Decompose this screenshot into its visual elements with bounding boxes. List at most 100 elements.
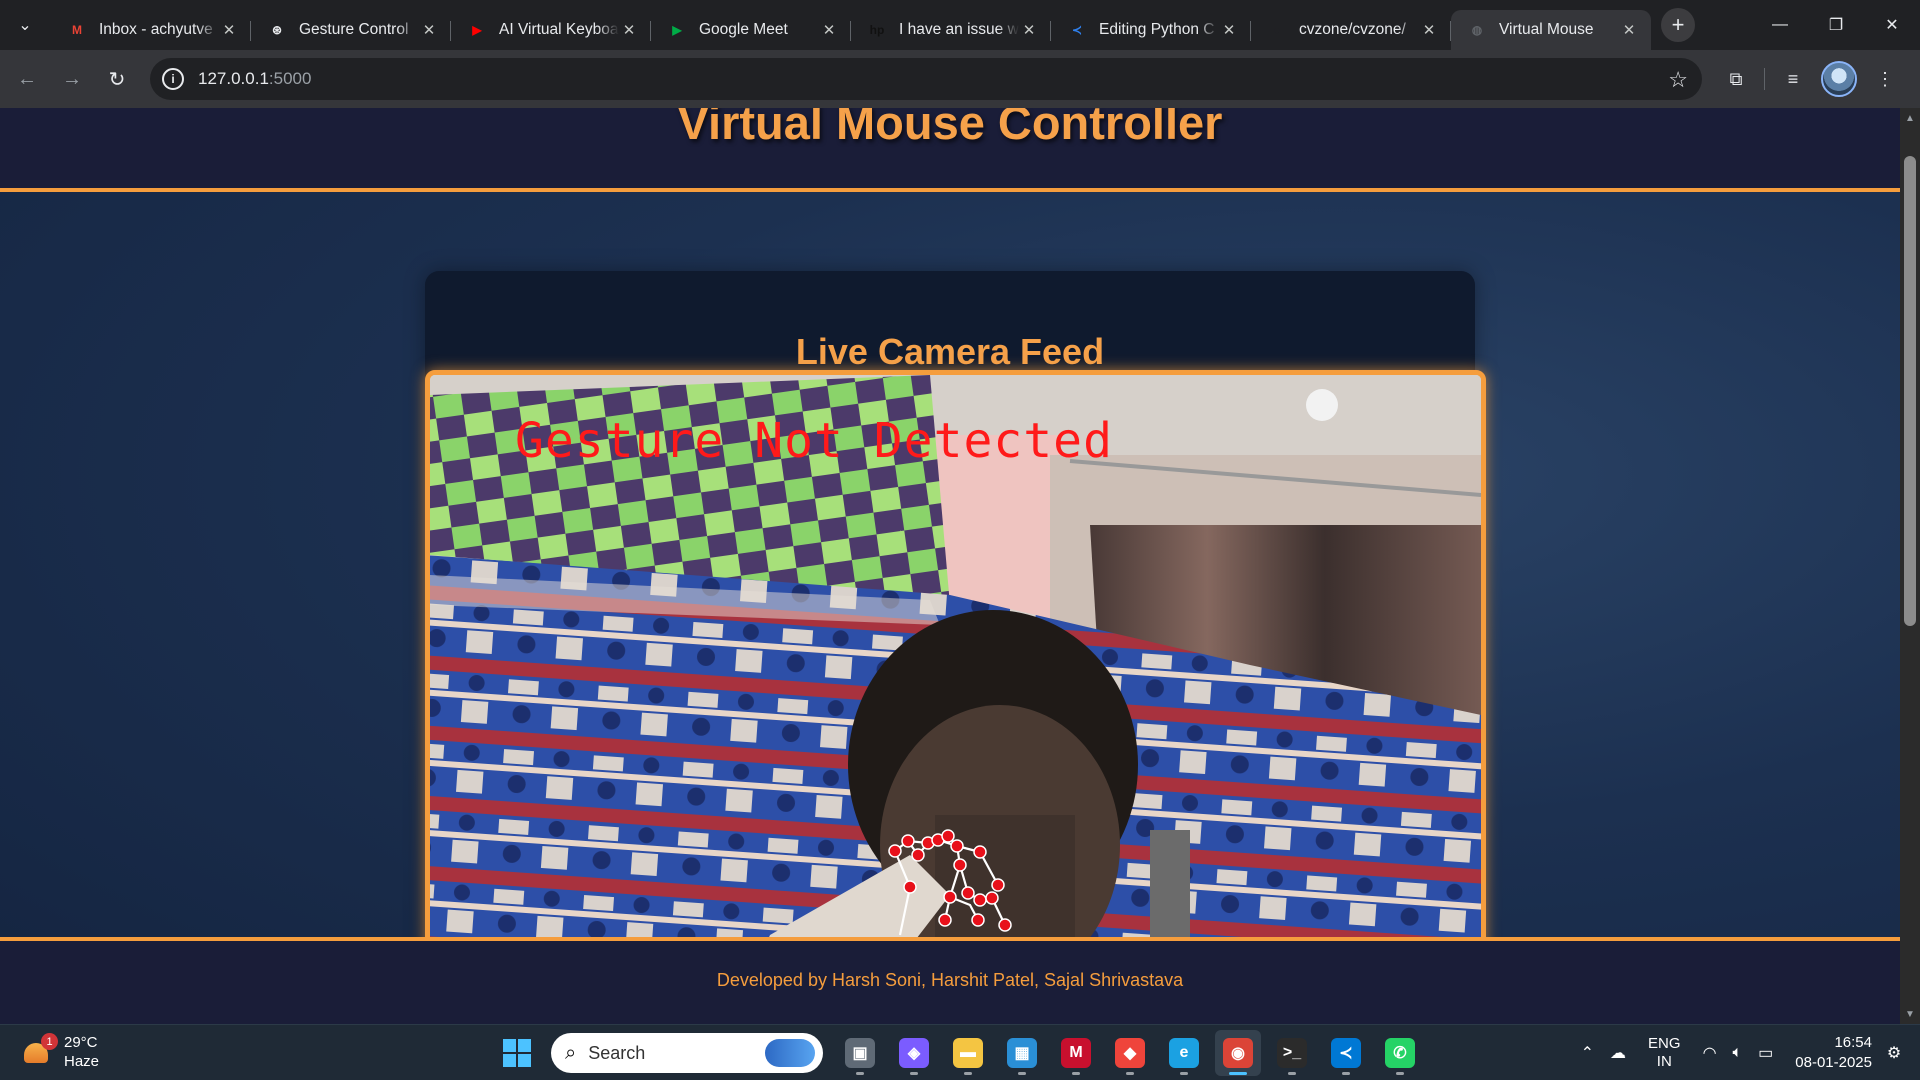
browser-tab[interactable]: ≺ Editing Python C ✕ xyxy=(1051,10,1251,50)
browser-tab[interactable]: ◍ Virtual Mouse ✕ xyxy=(1451,10,1651,50)
google-meet-icon: ▶ xyxy=(672,23,682,37)
restore-button[interactable]: ❐ xyxy=(1808,0,1864,50)
close-tab-icon[interactable]: ✕ xyxy=(219,20,239,40)
scroll-up-arrow-icon[interactable]: ▲ xyxy=(1900,108,1920,128)
system-tray: ⌃ ☁ ENG IN ◠ 🔈︎ ▭ 16:54 08-01-2025 ⚙ xyxy=(1573,1025,1920,1080)
arrow-left-icon: ← xyxy=(17,67,37,90)
close-tab-icon[interactable]: ✕ xyxy=(1619,20,1639,40)
gmail-icon: M xyxy=(72,23,82,37)
minimize-button[interactable]: — xyxy=(1752,0,1808,50)
anydesk-icon: ◆ xyxy=(1115,1038,1145,1068)
page-viewport: Virtual Mouse Controller Live Camera Fee… xyxy=(0,108,1920,1024)
page-header: Virtual Mouse Controller xyxy=(0,108,1900,192)
clock-date: 08-01-2025 xyxy=(1795,1054,1872,1071)
forward-button[interactable]: → xyxy=(54,61,90,97)
taskbar-app[interactable]: ▣ xyxy=(837,1030,883,1076)
close-window-button[interactable]: ✕ xyxy=(1864,0,1920,50)
scroll-down-arrow-icon[interactable]: ▼ xyxy=(1900,1004,1920,1024)
system-clock[interactable]: 16:54 08-01-2025 xyxy=(1795,1033,1872,1073)
address-bar[interactable]: i 127.0.0.1:5000 ☆ xyxy=(150,58,1702,100)
footer-credits: Developed by Harsh Soni, Harshit Patel, … xyxy=(716,970,1184,990)
weather-temperature: 29°C xyxy=(64,1034,98,1051)
taskbar-app[interactable]: ▦ xyxy=(999,1030,1045,1076)
close-tab-icon[interactable]: ✕ xyxy=(819,20,839,40)
browser-tab[interactable]: M Inbox - achyutve ✕ xyxy=(51,10,251,50)
language-code: ENG xyxy=(1648,1035,1681,1052)
globe-icon: ◍ xyxy=(1471,23,1483,37)
notification-badge: 1 xyxy=(41,1033,58,1050)
running-indicator xyxy=(1018,1072,1026,1075)
profile-avatar[interactable] xyxy=(1821,61,1857,97)
taskbar-app[interactable]: ✆ xyxy=(1377,1030,1423,1076)
terminal-icon: >_ xyxy=(1277,1038,1307,1068)
bookmark-star-icon[interactable]: ☆ xyxy=(1668,67,1688,93)
menu-button[interactable]: ⋮ xyxy=(1867,61,1903,97)
reload-icon: ↻ xyxy=(108,68,126,91)
close-tab-icon[interactable]: ✕ xyxy=(619,20,639,40)
tab-title: I have an issue w xyxy=(899,21,1019,38)
running-indicator xyxy=(910,1072,918,1075)
scrollbar-thumb[interactable] xyxy=(1904,156,1916,626)
extensions-button[interactable]: ⧉ xyxy=(1718,61,1754,97)
new-tab-button[interactable]: + xyxy=(1661,8,1695,42)
taskbar-app[interactable]: ◆ xyxy=(1107,1030,1153,1076)
input-language[interactable]: ENG IN xyxy=(1648,1035,1681,1071)
taskbar-app[interactable]: ◈ xyxy=(891,1030,937,1076)
search-icon: ⌕ xyxy=(565,1041,577,1064)
taskbar-search-box[interactable]: ⌕ Search xyxy=(551,1033,823,1073)
page-scrollbar[interactable]: ▲ ▼ xyxy=(1900,108,1920,1024)
browser-tab[interactable]: ● cvzone/cvzone/ ✕ xyxy=(1251,10,1451,50)
more-vert-icon: ⋮ xyxy=(1876,68,1894,89)
window-controls: — ❐ ✕ xyxy=(1752,0,1920,50)
restore-icon: ❐ xyxy=(1828,17,1844,34)
edge-icon: e xyxy=(1169,1038,1199,1068)
tab-title: Editing Python C xyxy=(1099,21,1215,38)
wifi-icon[interactable]: ◠ xyxy=(1703,1043,1717,1063)
start-button[interactable] xyxy=(497,1033,537,1073)
file-explorer-icon: ▬ xyxy=(953,1038,983,1068)
browser-tab[interactable]: ▶ AI Virtual Keyboa ✕ xyxy=(451,10,651,50)
close-tab-icon[interactable]: ✕ xyxy=(1419,20,1439,40)
browser-tab[interactable]: ⊛ Gesture Control ✕ xyxy=(251,10,451,50)
back-button[interactable]: ← xyxy=(9,61,45,97)
copilot-icon: ◈ xyxy=(899,1038,929,1068)
close-tab-icon[interactable]: ✕ xyxy=(1019,20,1039,40)
tab-title: Gesture Control xyxy=(299,21,409,38)
taskbar-app[interactable]: e xyxy=(1161,1030,1207,1076)
running-indicator xyxy=(856,1072,864,1075)
reload-button[interactable]: ↻ xyxy=(99,61,135,97)
running-indicator xyxy=(1396,1072,1404,1075)
weather-widget[interactable]: 1 29°C Haze xyxy=(22,1033,99,1071)
tab-title: Virtual Mouse xyxy=(1499,21,1594,38)
taskbar-app[interactable]: ≺ xyxy=(1323,1030,1369,1076)
taskbar-app[interactable]: ◉ xyxy=(1215,1030,1261,1076)
tab-search-button[interactable]: ⌄ xyxy=(7,7,43,43)
tab-list: M Inbox - achyutve ✕ ⊛ Gesture Control ✕ ▶ AI V… xyxy=(51,0,1651,50)
notification-center-icon[interactable]: ⚙ xyxy=(1880,1043,1908,1063)
url-host: 127.0.0.1 xyxy=(198,69,269,88)
taskbar-app[interactable]: M xyxy=(1053,1030,1099,1076)
browser-tab[interactable]: ▶ Google Meet ✕ xyxy=(651,10,851,50)
browser-tab-strip: ⌄ M Inbox - achyutve ✕ ⊛ Gesture Control ✕ ▶ AI… xyxy=(0,0,1920,50)
running-indicator xyxy=(1229,1072,1247,1075)
weather-haze-icon: 1 xyxy=(22,1033,58,1067)
volume-icon[interactable]: 🔈︎ xyxy=(1733,1044,1743,1062)
arrow-right-icon: → xyxy=(62,67,82,90)
page-title: Virtual Mouse Controller xyxy=(677,108,1223,149)
battery-icon[interactable]: ▭ xyxy=(1758,1043,1773,1063)
vscode-icon: ≺ xyxy=(1331,1038,1361,1068)
site-info-icon[interactable]: i xyxy=(162,68,184,90)
running-indicator xyxy=(964,1072,972,1075)
toolbar-divider xyxy=(1764,68,1765,90)
camera-feed-image xyxy=(430,375,1481,1024)
onedrive-cloud-icon[interactable]: ☁ xyxy=(1610,1043,1626,1063)
close-tab-icon[interactable]: ✕ xyxy=(1219,20,1239,40)
pinned-apps: ▣ ◈ ▬ ▦ M ◆ e ◉ >_ ≺ ✆ xyxy=(833,1030,1427,1076)
taskbar-app[interactable]: >_ xyxy=(1269,1030,1315,1076)
media-control-button[interactable]: ≡ xyxy=(1775,61,1811,97)
browser-tab[interactable]: hp I have an issue w ✕ xyxy=(851,10,1051,50)
taskbar-app[interactable]: ▬ xyxy=(945,1030,991,1076)
url-port: :5000 xyxy=(268,69,312,88)
close-tab-icon[interactable]: ✕ xyxy=(419,20,439,40)
chevron-up-icon[interactable]: ⌃ xyxy=(1581,1043,1594,1063)
